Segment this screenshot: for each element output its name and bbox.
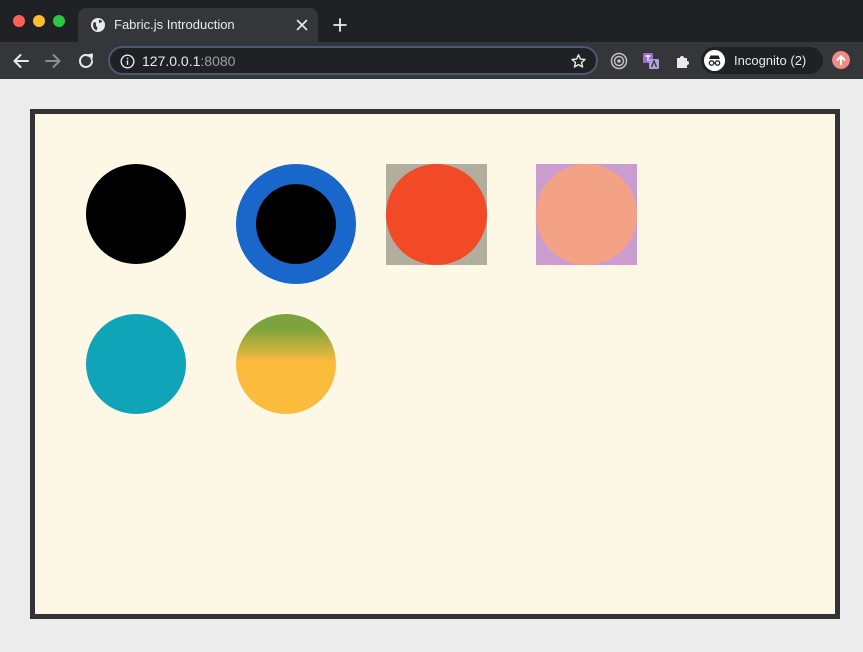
salmon-circle — [536, 164, 637, 265]
url-text: 127.0.0.1:8080 — [142, 53, 235, 69]
info-icon[interactable] — [120, 54, 135, 69]
black-circle[interactable] — [86, 164, 186, 264]
translate-icon[interactable] — [642, 52, 660, 70]
minimize-window-button[interactable] — [33, 15, 45, 27]
blue-ring-circle[interactable] — [236, 164, 356, 284]
star-icon[interactable] — [570, 53, 587, 70]
red-circle-box[interactable] — [386, 164, 487, 265]
close-tab-icon[interactable] — [294, 17, 310, 33]
gradient-circle[interactable] — [236, 314, 336, 414]
red-circle — [386, 164, 487, 265]
globe-icon — [91, 18, 105, 32]
browser-tab[interactable]: Fabric.js Introduction — [78, 8, 318, 42]
salmon-circle-box[interactable] — [536, 164, 637, 265]
incognito-profile-button[interactable]: Incognito (2) — [701, 47, 823, 74]
tab-title: Fabric.js Introduction — [114, 17, 235, 32]
tab-bar: Fabric.js Introduction — [0, 0, 863, 42]
new-tab-icon[interactable] — [331, 16, 349, 34]
profile-label: Incognito (2) — [734, 53, 807, 68]
incognito-icon — [704, 50, 725, 71]
arrow-left-icon[interactable] — [10, 50, 32, 72]
puzzle-icon[interactable] — [674, 52, 692, 70]
target-icon[interactable] — [610, 52, 628, 70]
address-bar[interactable]: 127.0.0.1:8080 — [108, 46, 598, 75]
url-host: 127.0.0.1 — [142, 53, 201, 69]
reload-icon[interactable] — [75, 50, 97, 72]
url-port: :8080 — [200, 53, 236, 69]
teal-circle[interactable] — [86, 314, 186, 414]
maximize-window-button[interactable] — [53, 15, 65, 27]
fabric-canvas[interactable] — [30, 109, 840, 619]
close-window-button[interactable] — [13, 15, 25, 27]
black-circle-inner — [256, 184, 336, 264]
browser-toolbar: 127.0.0.1:8080 Incognito (2) — [0, 42, 863, 79]
arrow-right-icon[interactable] — [42, 50, 64, 72]
update-icon[interactable] — [832, 51, 850, 69]
